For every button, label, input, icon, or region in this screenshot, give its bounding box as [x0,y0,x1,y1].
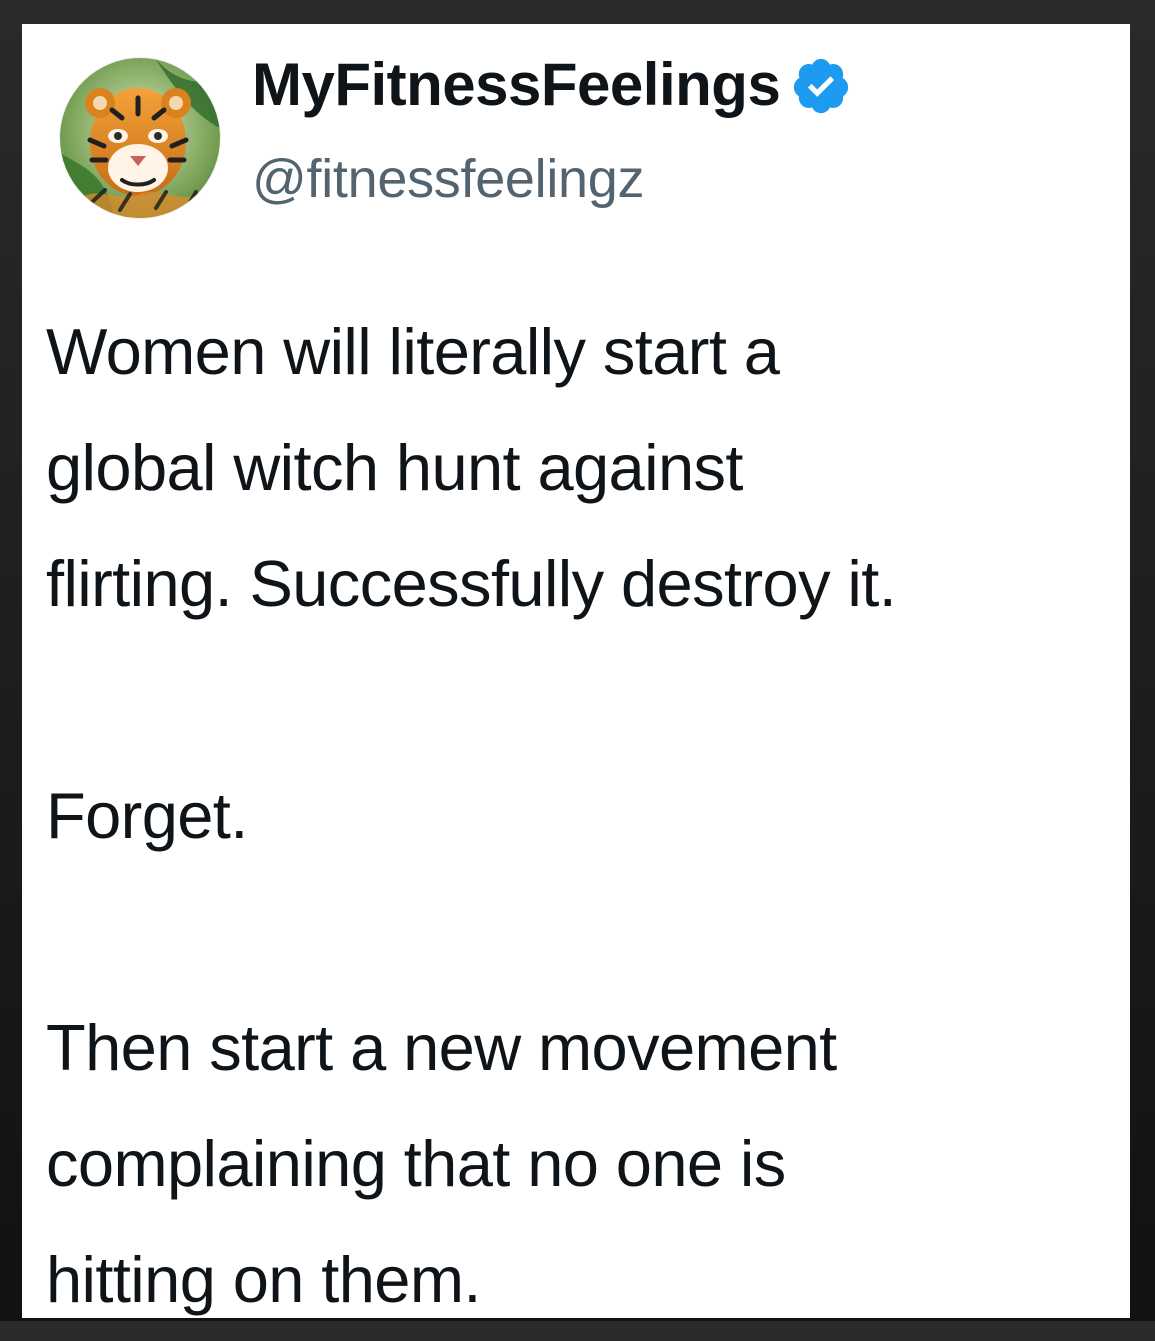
tweet-line: Then start a new movement [46,1011,837,1084]
tweet-line: global witch hunt against [46,431,743,504]
bottom-frame-bar [0,1321,1155,1341]
tweet-header: MyFitnessFeelings @fitnessfeelingz [42,40,1102,218]
tweet-line: complaining that no one is [46,1127,786,1200]
tweet-line: flirting. Successfully destroy it. [46,547,897,620]
display-name[interactable]: MyFitnessFeelings [252,55,781,115]
tweet-paragraph: Women will literally start a global witc… [46,294,1126,642]
tweet-paragraph: Forget. [46,758,1126,874]
tweet-text: Women will literally start a global witc… [46,294,1126,1318]
tweet-line: hitting on them. [46,1243,481,1316]
verified-badge-icon [790,55,852,117]
tiger-avatar-icon[interactable] [60,58,220,218]
tweet-card: MyFitnessFeelings @fitnessfeelingz Women… [22,24,1130,1318]
tweet-paragraph: Then start a new movement complaining th… [46,990,1126,1318]
user-handle[interactable]: @fitnessfeelingz [252,152,645,206]
tweet-line: Forget. [46,779,248,852]
tweet-line: Women will literally start a [46,315,780,388]
name-row: MyFitnessFeelings [252,40,852,130]
